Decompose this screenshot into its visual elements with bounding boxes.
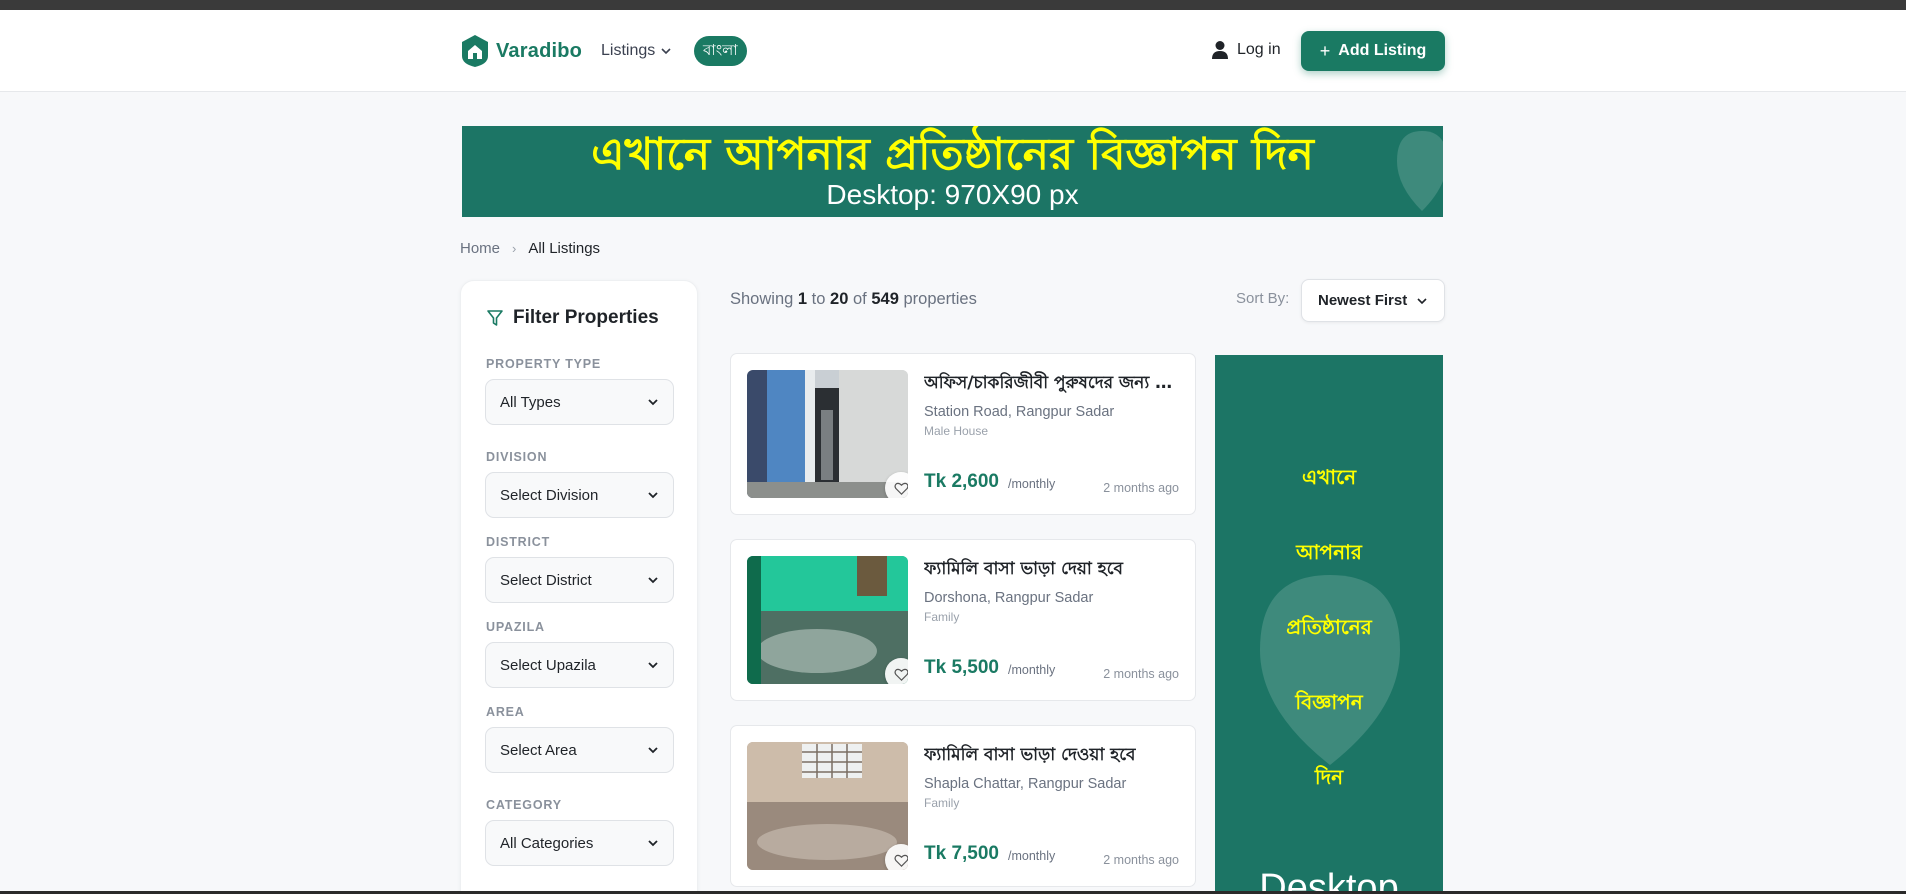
listing-posted: 2 months ago: [1103, 853, 1179, 867]
listing-category: Family: [924, 610, 960, 624]
brand-name: Varadibo: [496, 39, 583, 62]
area-select[interactable]: Select Area: [485, 727, 674, 773]
listing-category: Male House: [924, 424, 989, 438]
chevron-down-icon: [1417, 297, 1427, 304]
browser-top-strip: [0, 0, 1906, 10]
listing-period: /monthly: [1008, 663, 1056, 677]
banner-size-text: Desktop: 970X90 px: [826, 179, 1079, 210]
property-type-value: All Types: [500, 393, 561, 411]
division-select[interactable]: Select Division: [485, 472, 674, 518]
breadcrumb-home-link[interactable]: Home: [460, 240, 500, 257]
upazila-label: UPAZILA: [486, 620, 545, 634]
upazila-select[interactable]: Select Upazila: [485, 642, 674, 688]
listing-posted: 2 months ago: [1103, 667, 1179, 681]
filter-title-text: Filter Properties: [513, 307, 659, 328]
chevron-down-icon: [648, 840, 658, 847]
listing-card[interactable]: ফ্যামিলি বাসা ভাড়া দেওয়া হবে Shapla Ch…: [730, 725, 1196, 887]
listing-period: /monthly: [1008, 849, 1056, 863]
listing-category: Family: [924, 796, 960, 810]
house-logo-icon: [462, 35, 488, 67]
sort-select[interactable]: Newest First: [1301, 279, 1445, 322]
results-from: 1: [797, 290, 808, 308]
side-ad-banner[interactable]: এখানে আপনার প্রতিষ্ঠানের বিজ্ঞাপন দিন De…: [1215, 355, 1443, 894]
heart-icon: [893, 482, 908, 495]
sort-by-label: Sort By:: [1236, 290, 1290, 307]
results-of-word: of: [852, 290, 867, 308]
chevron-down-icon: [648, 577, 658, 584]
language-toggle-button[interactable]: বাংলা: [694, 36, 747, 66]
chevron-down-icon: [648, 492, 658, 499]
results-suffix: properties: [903, 290, 977, 308]
site-header: Varadibo Listings বাংলা Log in + Add Lis…: [0, 10, 1906, 92]
brand-logo-link[interactable]: Varadibo: [460, 34, 582, 68]
listing-price: Tk 2,600: [924, 471, 999, 492]
listing-price: Tk 7,500: [924, 843, 999, 864]
chevron-down-icon: [648, 662, 658, 669]
add-listing-label: Add Listing: [1338, 42, 1427, 59]
login-label: Log in: [1237, 41, 1281, 58]
top-ad-banner[interactable]: এখানে আপনার প্রতিষ্ঠানের বিজ্ঞাপন দিন De…: [462, 126, 1443, 217]
results-prefix: Showing: [730, 290, 794, 308]
chevron-down-icon: [648, 399, 658, 406]
side-ad-line-5: দিন: [1314, 765, 1344, 789]
sort-value: Newest First: [1318, 292, 1408, 309]
side-ad-line-4: বিজ্ঞাপন: [1295, 690, 1363, 714]
side-ad-line-2: আপনার: [1296, 540, 1362, 564]
category-label: CATEGORY: [486, 798, 562, 812]
user-icon: [1212, 41, 1228, 59]
area-label: AREA: [486, 705, 525, 719]
listing-location: Shapla Chattar, Rangpur Sadar: [924, 776, 1127, 792]
chevron-down-icon: [648, 747, 658, 754]
side-ad-line-3: প্রতিষ্ঠানের: [1286, 615, 1372, 639]
district-select[interactable]: Select District: [485, 557, 674, 603]
filter-title: Filter Properties: [486, 307, 659, 329]
listing-location: Station Road, Rangpur Sadar: [924, 404, 1115, 420]
listing-period: /monthly: [1008, 477, 1056, 491]
results-to: 20: [830, 290, 849, 308]
listing-photo[interactable]: [747, 370, 908, 498]
results-total: 549: [871, 290, 899, 308]
results-to-word: to: [811, 290, 826, 308]
heart-icon: [893, 668, 908, 681]
side-ad-footer: Desktop: [1259, 867, 1399, 894]
side-ad-watermark-icon: [1260, 575, 1400, 765]
district-label: DISTRICT: [486, 535, 551, 549]
breadcrumb-current: All Listings: [528, 240, 601, 257]
category-value: All Categories: [500, 834, 594, 852]
listing-price: Tk 5,500: [924, 657, 999, 678]
listing-card[interactable]: ফ্যামিলি বাসা ভাড়া দেয়া হবে Dorshona, …: [730, 539, 1196, 701]
listing-title[interactable]: অফিস/চাকরিজীবী পুরুষদের জন্য সিট ভাড়া: [924, 370, 1180, 398]
banner-headline: এখানে আপনার প্রতিষ্ঠানের বিজ্ঞাপন দিন: [591, 129, 1314, 180]
listing-card[interactable]: অফিস/চাকরিজীবী পুরুষদের জন্য সিট ভাড়া S…: [730, 353, 1196, 515]
upazila-value: Select Upazila: [500, 656, 596, 674]
property-type-label: PROPERTY TYPE: [486, 357, 602, 371]
division-label: DIVISION: [486, 450, 548, 464]
login-link[interactable]: Log in: [1211, 40, 1281, 60]
results-count: Showing 1 to 20 of 549 properties: [730, 290, 977, 309]
property-type-select[interactable]: All Types: [485, 379, 674, 425]
nav-listings-dropdown[interactable]: Listings: [601, 42, 672, 60]
heart-icon: [893, 854, 908, 867]
area-value: Select Area: [500, 741, 577, 759]
listing-title[interactable]: ফ্যামিলি বাসা ভাড়া দেয়া হবে: [924, 556, 1180, 584]
breadcrumb-separator-icon: ›: [512, 241, 517, 256]
filter-panel: Filter Properties PROPERTY TYPE All Type…: [460, 280, 698, 894]
filter-icon: [487, 310, 503, 326]
category-select[interactable]: All Categories: [485, 820, 674, 866]
listing-title[interactable]: ফ্যামিলি বাসা ভাড়া দেওয়া হবে: [924, 742, 1180, 770]
nav-listings-label: Listings: [601, 42, 656, 59]
add-listing-button[interactable]: + Add Listing: [1301, 31, 1445, 71]
listing-photo[interactable]: [747, 742, 908, 870]
breadcrumb: Home › All Listings: [460, 240, 600, 257]
listing-photo[interactable]: [747, 556, 908, 684]
chevron-down-icon: [661, 48, 671, 55]
plus-icon: +: [1319, 40, 1331, 61]
listing-location: Dorshona, Rangpur Sadar: [924, 590, 1094, 606]
listing-posted: 2 months ago: [1103, 481, 1179, 495]
division-value: Select Division: [500, 486, 599, 504]
side-ad-line-1: এখানে: [1301, 465, 1357, 489]
district-value: Select District: [500, 571, 592, 589]
